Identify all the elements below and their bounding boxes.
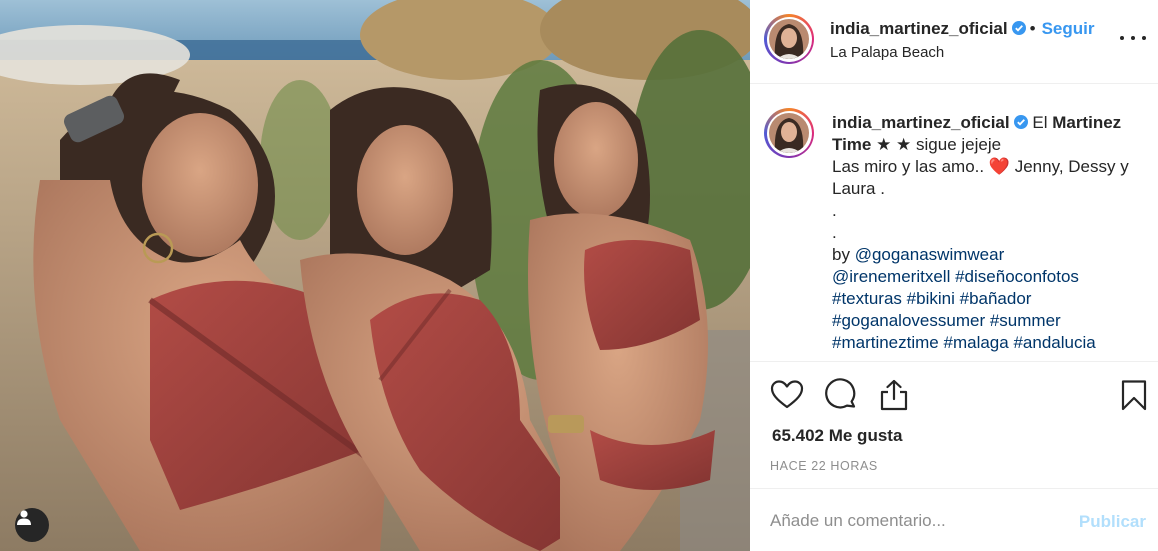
profile-picture <box>769 19 809 59</box>
post-side-panel: india_martinez_oficial • Seguir La Palapa … <box>750 0 1158 551</box>
hashtag-link[interactable]: #andalucia <box>1013 333 1095 352</box>
photo-illustration <box>0 0 750 551</box>
comment-button[interactable] <box>824 378 858 412</box>
caption-text-part: ★ ★ sigue jejeje <box>871 135 1002 154</box>
mention-link[interactable]: @goganaswimwear <box>855 245 1005 264</box>
user-icon <box>17 510 31 525</box>
share-button[interactable] <box>877 378 911 412</box>
publish-button[interactable]: Publicar <box>1079 512 1146 532</box>
heart-icon <box>770 380 804 409</box>
caption-dot: . <box>832 223 837 242</box>
verified-badge-icon <box>1011 21 1026 35</box>
verified-badge-icon <box>1013 115 1028 129</box>
hashtag-link[interactable]: #martineztime <box>832 333 939 352</box>
follow-button[interactable]: Seguir <box>1042 19 1095 38</box>
hashtag-link[interactable]: #bikini <box>907 289 955 308</box>
comment-form: Publicar <box>750 488 1158 551</box>
caption-dot: . <box>832 201 837 220</box>
post-author-username[interactable]: india_martinez_oficial <box>830 19 1008 38</box>
caption-text: india_martinez_oficial El Martinez Time … <box>832 112 1152 354</box>
comment-input[interactable] <box>770 507 1060 535</box>
share-icon <box>880 379 908 411</box>
hashtag-link[interactable]: #diseñoconfotos <box>955 267 1079 286</box>
post-header: india_martinez_oficial • Seguir La Palapa … <box>750 0 1158 84</box>
hashtag-link[interactable]: #texturas <box>832 289 902 308</box>
post-location[interactable]: La Palapa Beach <box>830 44 944 61</box>
post-caption: india_martinez_oficial El Martinez Time … <box>750 84 1158 362</box>
caption-by: by <box>832 245 855 264</box>
heart-emoji: ❤️ <box>988 157 1010 176</box>
likes-count[interactable]: 65.402 Me gusta <box>772 426 902 446</box>
hashtag-link[interactable]: #goganalovessumer <box>832 311 985 330</box>
comment-icon <box>825 378 856 409</box>
avatar[interactable] <box>764 14 814 64</box>
action-bar <box>750 372 1158 422</box>
hashtag-link[interactable]: #summer <box>990 311 1061 330</box>
hashtag-link[interactable]: #malaga <box>944 333 1009 352</box>
caption-text-part: El <box>1032 113 1053 132</box>
like-button[interactable] <box>770 378 804 412</box>
post-photo[interactable] <box>0 0 750 551</box>
save-button[interactable] <box>1117 378 1151 412</box>
caption-avatar[interactable] <box>764 108 814 158</box>
tagged-users-button[interactable] <box>15 508 49 542</box>
hashtag-link[interactable]: #bañador <box>960 289 1032 308</box>
separator-dot: • <box>1029 19 1036 38</box>
bookmark-icon <box>1121 380 1147 411</box>
mention-link[interactable]: @irenemeritxell <box>832 267 950 286</box>
profile-picture <box>769 113 809 153</box>
caption-username[interactable]: india_martinez_oficial <box>832 113 1010 132</box>
post-timestamp[interactable]: HACE 22 HORAS <box>770 459 878 473</box>
caption-text-part: Las miro y las amo.. <box>832 157 989 176</box>
more-options-icon[interactable] <box>1120 28 1146 48</box>
